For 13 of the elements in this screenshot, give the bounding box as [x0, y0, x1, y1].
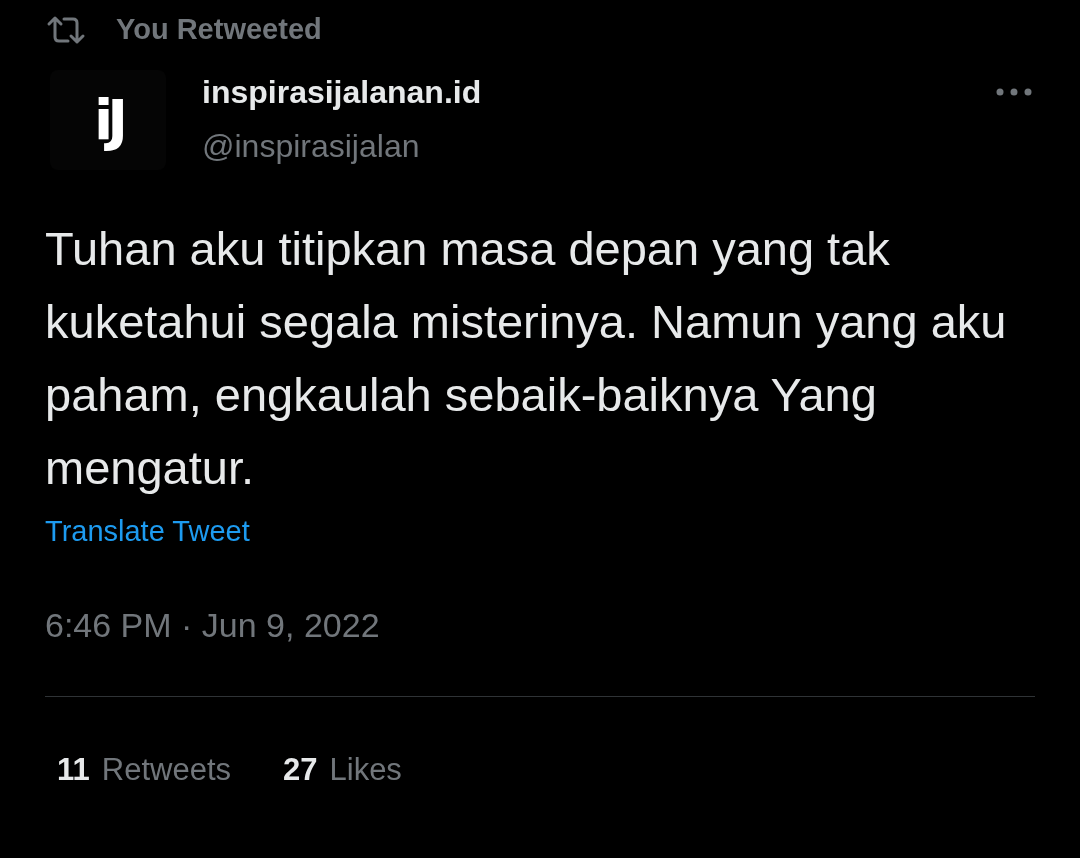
- avatar[interactable]: iJ: [50, 70, 166, 170]
- translate-link[interactable]: Translate Tweet: [45, 510, 250, 554]
- more-icon[interactable]: [996, 88, 1032, 96]
- author-handle[interactable]: @inspirasijalan: [202, 124, 996, 168]
- stat-count: 27: [283, 750, 318, 789]
- tweet-text: Tuhan aku titipkan masa depan yang tak kuketahui segala misterinya. Namun yang aku paham, engkaulah sebaik-baiknya Yang mengatur.: [45, 221, 1008, 496]
- tweet-timestamp[interactable]: 6:46 PM · Jun 9, 2022: [45, 599, 380, 651]
- retweet-label: You Retweeted: [116, 12, 322, 48]
- stat-label[interactable]: Retweets: [101, 746, 231, 793]
- author-name[interactable]: inspirasijalanan.id: [202, 70, 996, 114]
- retweet-icon: [46, 15, 86, 45]
- stat-label[interactable]: Likes: [329, 746, 402, 793]
- stat-count: 11: [57, 750, 90, 789]
